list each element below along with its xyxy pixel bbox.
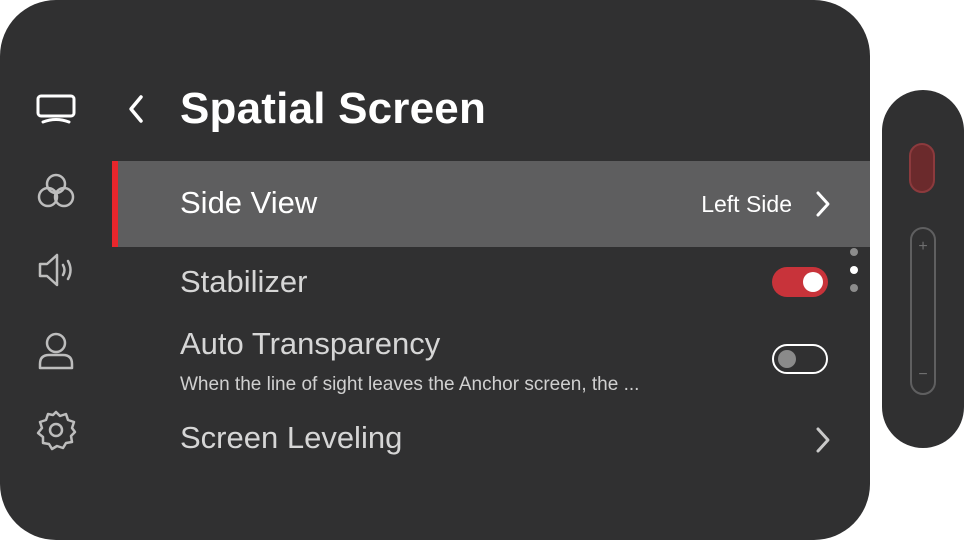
auto-transparency-description: When the line of sight leaves the Anchor… <box>180 374 640 395</box>
stabilizer-toggle[interactable] <box>772 267 828 297</box>
record-button[interactable] <box>909 143 935 193</box>
volume-slider[interactable]: + − <box>910 227 936 395</box>
setting-row-side-view[interactable]: Side View Left Side <box>112 161 870 247</box>
main-settings-panel: Spatial Screen Side View Left Side Stabi… <box>0 0 870 540</box>
page-dot <box>850 248 858 256</box>
volume-plus-icon: + <box>918 238 928 255</box>
settings-gear-icon <box>36 410 77 451</box>
back-button[interactable] <box>118 88 154 130</box>
nav-display-icon[interactable] <box>34 87 78 131</box>
selected-indicator <box>112 161 118 247</box>
nav-audio-icon[interactable] <box>34 248 78 292</box>
chevron-left-icon <box>129 95 143 123</box>
color-circles-icon <box>37 173 75 208</box>
display-icon <box>36 94 76 124</box>
page-dot <box>850 284 858 292</box>
setting-row-stabilizer: Stabilizer <box>112 256 870 312</box>
side-view-value: Left Side <box>701 191 792 217</box>
side-control-panel: + − <box>882 90 964 448</box>
page-title: Spatial Screen <box>180 84 487 133</box>
side-view-label: Side View <box>180 185 318 220</box>
nav-settings-icon[interactable] <box>34 408 78 452</box>
chevron-right-icon <box>812 187 834 221</box>
setting-row-auto-transparency: Auto Transparency When the line of sight… <box>112 320 870 404</box>
nav-color-icon[interactable] <box>34 169 78 213</box>
auto-transparency-label: Auto Transparency <box>180 326 441 361</box>
chevron-right-icon <box>812 423 834 457</box>
setting-row-screen-leveling[interactable]: Screen Leveling <box>112 412 870 468</box>
screen-leveling-label: Screen Leveling <box>180 420 403 455</box>
side-navigation <box>0 0 112 540</box>
volume-minus-icon: − <box>918 366 928 383</box>
page-dot-active <box>850 266 858 274</box>
toggle-knob <box>803 272 823 292</box>
toggle-knob <box>778 350 796 368</box>
page-indicator <box>849 248 859 294</box>
auto-transparency-toggle[interactable] <box>772 344 828 374</box>
nav-account-icon[interactable] <box>34 329 78 373</box>
stabilizer-label: Stabilizer <box>180 264 308 299</box>
speaker-icon <box>38 253 72 287</box>
user-icon <box>38 332 74 370</box>
